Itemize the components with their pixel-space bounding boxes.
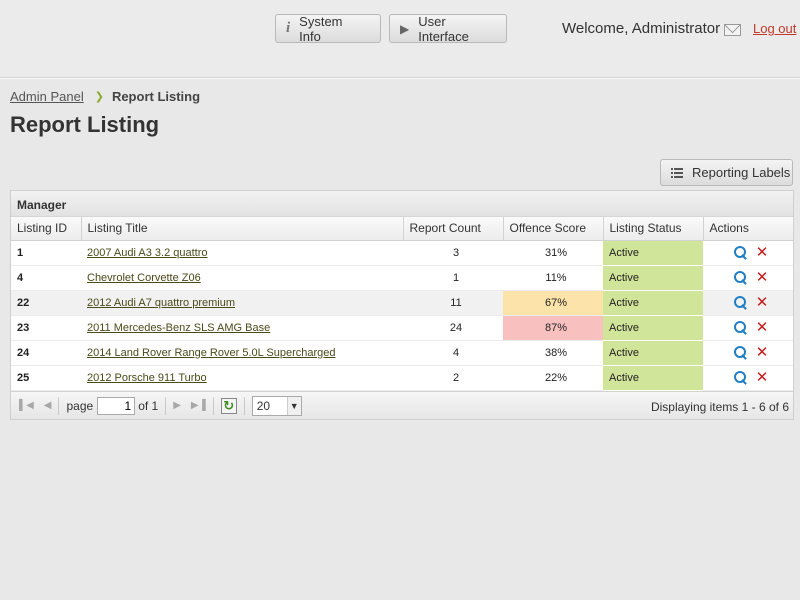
search-icon[interactable]: [733, 246, 747, 259]
report-count: 3: [403, 240, 503, 266]
breadcrumb: Admin Panel ❯ Report Listing: [10, 89, 200, 104]
listing-status: Active: [603, 289, 703, 316]
table-row[interactable]: 4 Chevrolet Corvette Z06 1 11% Active ✕: [11, 265, 793, 291]
column-header-listing-status[interactable]: Listing Status: [603, 217, 704, 241]
report-count: 1: [403, 265, 503, 291]
previous-page-icon[interactable]: ◀: [44, 400, 52, 411]
chevron-down-icon: ▼: [286, 396, 301, 415]
reporting-labels-label: Reporting Labels: [692, 165, 791, 180]
table-row[interactable]: 1 2007 Audi A3 3.2 quattro 3 31% Active …: [11, 240, 793, 266]
listing-status: Active: [603, 365, 703, 391]
refresh-icon[interactable]: ↻: [220, 397, 237, 414]
listing-title-link[interactable]: 2007 Audi A3 3.2 quattro: [87, 247, 208, 259]
pager-divider: [165, 396, 167, 415]
listing-id: 24: [11, 340, 81, 366]
breadcrumb-admin-panel[interactable]: Admin Panel: [10, 89, 84, 104]
delete-icon[interactable]: ✕: [756, 295, 769, 310]
next-page-icon[interactable]: ▶: [173, 400, 181, 411]
listing-status: Active: [603, 340, 703, 366]
report-count: 24: [403, 315, 503, 341]
report-count: 4: [403, 340, 503, 366]
mail-icon[interactable]: [724, 24, 742, 36]
listing-title-link[interactable]: 2012 Audi A7 quattro premium: [87, 297, 235, 309]
search-icon[interactable]: [733, 371, 747, 384]
chevron-right-icon: ❯: [94, 91, 104, 103]
listing-id: 1: [11, 240, 81, 266]
last-page-icon[interactable]: ▶▐: [191, 400, 206, 411]
panel-title: Manager: [11, 191, 793, 217]
listing-status: Active: [603, 265, 703, 291]
search-icon[interactable]: [733, 296, 747, 309]
offence-score: 22%: [503, 365, 603, 391]
manager-panel: Manager Listing ID Listing Title Report …: [10, 190, 794, 420]
column-header-listing-id[interactable]: Listing ID: [11, 217, 82, 241]
column-header-actions: Actions: [703, 217, 794, 241]
table-row[interactable]: 24 2014 Land Rover Range Rover 5.0L Supe…: [11, 340, 793, 366]
listing-status: Active: [603, 315, 703, 341]
offence-score: 38%: [503, 340, 603, 366]
page-number-input[interactable]: [97, 396, 136, 415]
user-interface-button[interactable]: ▶ User Interface: [389, 13, 507, 44]
table-header-row: Listing ID Listing Title Report Count Of…: [11, 217, 794, 241]
page-total-label: of 1: [138, 398, 159, 413]
listing-title-link[interactable]: 2012 Porsche 911 Turbo: [87, 372, 207, 384]
column-header-listing-title[interactable]: Listing Title: [81, 217, 404, 241]
breadcrumb-current: Report Listing: [111, 89, 201, 104]
user-interface-label: User Interface: [418, 13, 469, 44]
delete-icon[interactable]: ✕: [756, 270, 769, 285]
listing-status: Active: [603, 240, 703, 266]
pager-divider: [243, 396, 245, 415]
column-header-report-count[interactable]: Report Count: [403, 217, 504, 241]
offence-score: 87%: [503, 315, 603, 341]
welcome-message: Welcome, Administrator: [562, 20, 742, 37]
listing-id: 23: [11, 315, 81, 341]
column-header-offence-score[interactable]: Offence Score: [503, 217, 604, 241]
list-icon: [671, 167, 683, 178]
report-table: Listing ID Listing Title Report Count Of…: [11, 217, 794, 391]
offence-score: 31%: [503, 240, 603, 266]
table-row[interactable]: 25 2012 Porsche 911 Turbo 2 22% Active ✕: [11, 365, 793, 391]
delete-icon[interactable]: ✕: [756, 370, 769, 385]
reporting-labels-button[interactable]: Reporting Labels: [660, 159, 793, 186]
pagination-bar: ▌◀ ◀ page of 1 ▶ ▶▐ ↻ 20 ▼ Displaying it…: [11, 391, 793, 419]
search-icon[interactable]: [733, 271, 747, 284]
listing-id: 4: [11, 265, 81, 291]
delete-icon[interactable]: ✕: [756, 320, 769, 335]
displaying-items-text: Displaying items 1 - 6 of 6: [650, 400, 789, 414]
listing-id: 25: [11, 365, 81, 391]
report-count: 2: [403, 365, 503, 391]
listing-title-link[interactable]: 2014 Land Rover Range Rover 5.0L Superch…: [87, 347, 335, 359]
table-row[interactable]: 22 2012 Audi A7 quattro premium 11 67% A…: [11, 289, 793, 316]
listing-title-link[interactable]: 2011 Mercedes-Benz SLS AMG Base: [87, 322, 270, 334]
offence-score: 11%: [503, 265, 603, 291]
page-title: Report Listing: [10, 112, 160, 137]
top-bar: i System Info ▶ User Interface Welcome, …: [0, 0, 800, 78]
page-size-value: 20: [256, 398, 271, 413]
first-page-icon[interactable]: ▌◀: [19, 400, 34, 411]
listing-id: 22: [11, 289, 81, 316]
info-icon: i: [286, 20, 291, 36]
delete-icon[interactable]: ✕: [756, 345, 769, 360]
pager-divider: [58, 396, 60, 415]
pager-divider: [212, 396, 214, 415]
play-arrow-icon: ▶: [400, 21, 410, 36]
delete-icon[interactable]: ✕: [756, 245, 769, 260]
table-row[interactable]: 23 2011 Mercedes-Benz SLS AMG Base 24 87…: [11, 315, 793, 341]
logout-link[interactable]: Log out: [753, 21, 796, 36]
search-icon[interactable]: [733, 346, 747, 359]
search-icon[interactable]: [733, 321, 747, 334]
system-info-label: System Info: [299, 13, 343, 44]
system-info-button[interactable]: i System Info: [275, 13, 381, 44]
offence-score: 67%: [503, 289, 603, 316]
welcome-text: Welcome, Administrator: [562, 20, 721, 37]
page-label: page: [66, 398, 94, 413]
listing-title-link[interactable]: Chevrolet Corvette Z06: [87, 272, 201, 284]
report-count: 11: [403, 289, 503, 316]
page-size-select[interactable]: 20 ▼: [251, 395, 302, 416]
